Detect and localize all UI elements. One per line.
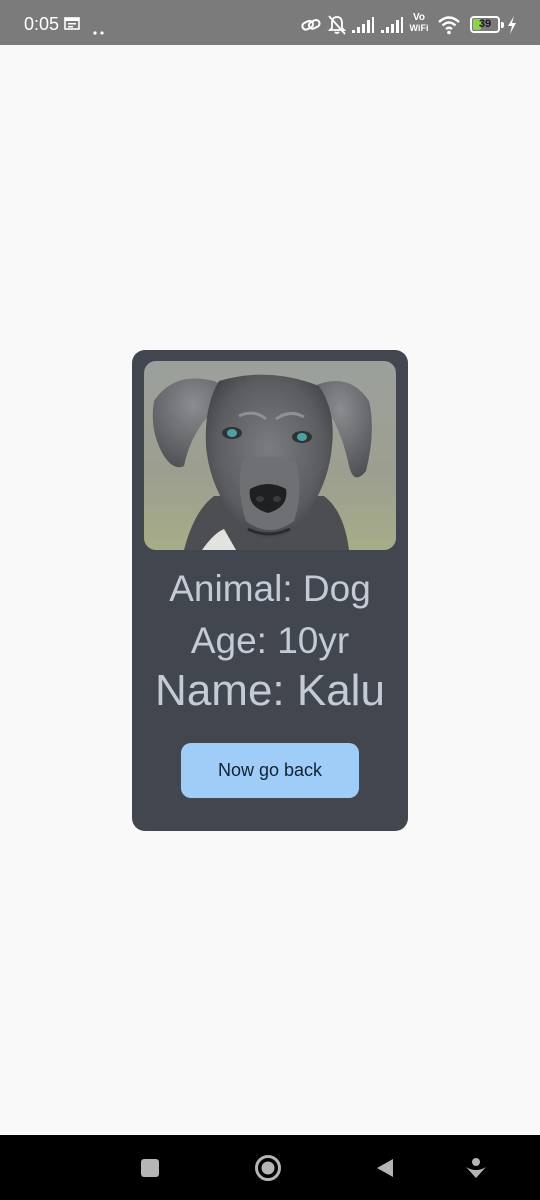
- back-button[interactable]: [355, 1135, 415, 1200]
- status-icons: Vo WiFi 39: [300, 12, 516, 36]
- name-label: Name: Kalu: [155, 666, 385, 715]
- calendar-icon: [64, 17, 80, 35]
- animal-card: Animal: Dog Age: 10yr Name: Kalu Now go …: [132, 350, 408, 831]
- assistant-icon: [466, 1157, 486, 1178]
- recents-icon: [141, 1158, 159, 1177]
- recents-button[interactable]: [120, 1135, 180, 1200]
- home-button[interactable]: [238, 1135, 298, 1200]
- link-icon: [300, 14, 322, 41]
- go-back-button[interactable]: Now go back: [181, 743, 359, 798]
- more-dots-icon: [93, 22, 105, 40]
- animal-label: Animal: Dog: [169, 568, 371, 609]
- back-icon: [377, 1158, 393, 1177]
- charging-icon: [507, 15, 517, 40]
- navigation-bar: [0, 1135, 540, 1200]
- assistant-button[interactable]: [446, 1135, 506, 1200]
- battery-nub: [501, 22, 504, 28]
- age-label: Age: 10yr: [190, 620, 350, 661]
- status-bar: 0:05 Vo WiFi 39: [0, 0, 540, 45]
- home-icon: [255, 1154, 281, 1181]
- vowifi-bottom-label: WiFi: [409, 23, 429, 33]
- status-time: 0:05: [24, 14, 60, 34]
- signal-icon: [380, 14, 404, 41]
- signal-icon: [351, 14, 375, 41]
- vowifi-icon: Vo WiFi: [408, 12, 430, 33]
- dog-photo: [144, 361, 396, 550]
- silent-bell-icon: [327, 14, 347, 41]
- battery-percent: 39: [478, 18, 492, 30]
- vowifi-top-label: Vo: [412, 12, 426, 23]
- battery-icon: 39: [470, 16, 500, 33]
- wifi-icon: [437, 14, 461, 41]
